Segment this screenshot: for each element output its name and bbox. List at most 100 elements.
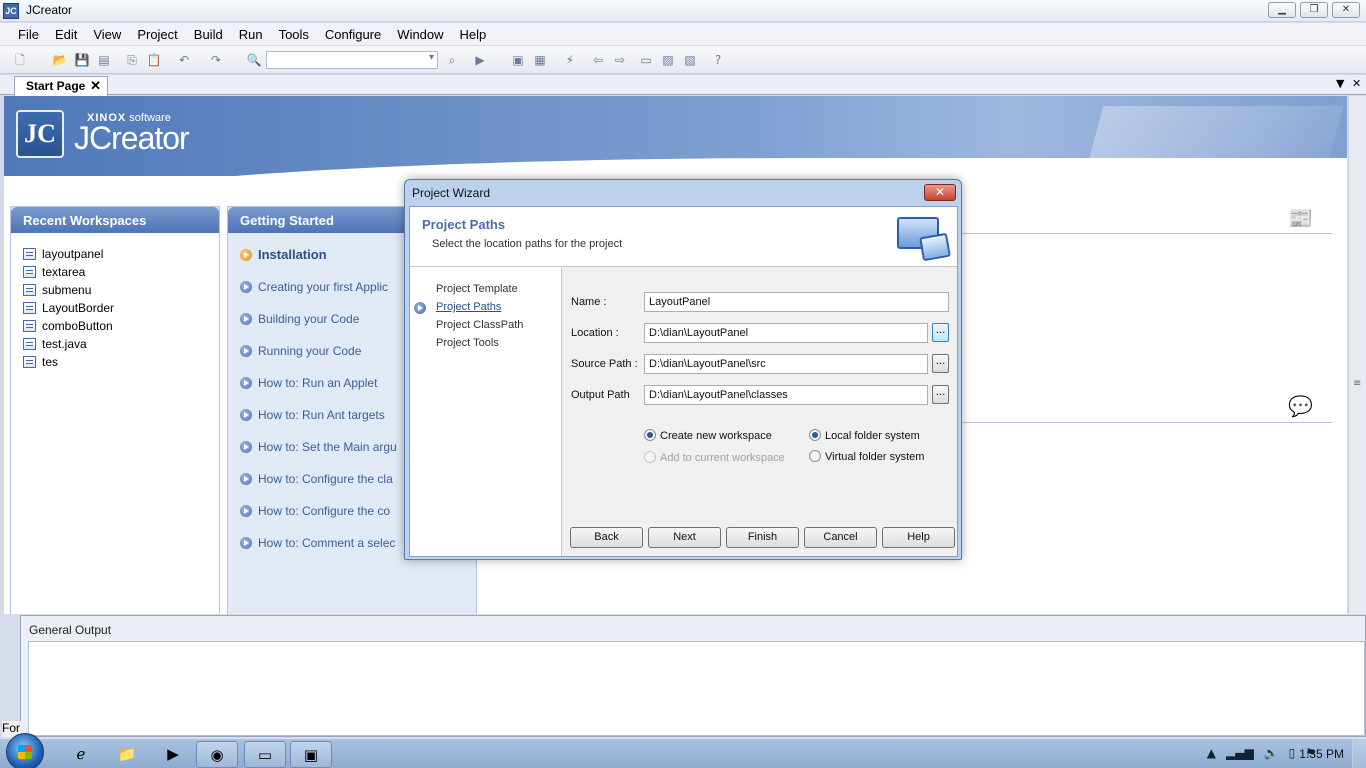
next-button[interactable]: Next xyxy=(648,527,721,548)
arrow-bullet-icon xyxy=(240,249,252,261)
vertical-scrollbar[interactable]: ≡ xyxy=(1348,96,1366,614)
settings-icon[interactable]: ▧ xyxy=(682,52,698,68)
list-item[interactable]: How to: Configure the cla xyxy=(240,472,393,486)
list-item[interactable]: How to: Run an Applet xyxy=(240,376,377,390)
list-item[interactable]: test.java xyxy=(23,337,87,351)
step-project-paths[interactable]: Project Paths xyxy=(436,301,501,313)
dialog-close-icon[interactable]: ✕ xyxy=(924,184,956,201)
output-path-field[interactable]: D:\dian\LayoutPanel\classes xyxy=(644,385,928,405)
list-item[interactable]: tes xyxy=(23,355,58,369)
finish-button[interactable]: Finish xyxy=(726,527,799,548)
run-icon[interactable]: ▶ xyxy=(472,52,488,68)
chevron-down-icon[interactable]: ▼ xyxy=(1336,77,1344,90)
close-tab-icon[interactable]: ✕ xyxy=(90,78,101,94)
list-item[interactable]: How to: Comment a selec xyxy=(240,536,395,550)
step-project-classpath[interactable]: Project ClassPath xyxy=(436,319,523,331)
window-icon[interactable]: ▭ xyxy=(638,52,654,68)
redo-icon[interactable]: ↷ xyxy=(208,52,224,68)
compile-icon[interactable]: ▦ xyxy=(532,52,548,68)
workspace-icon xyxy=(23,248,36,260)
jcreator-logo-icon: JC xyxy=(16,110,64,158)
virtual-folder-system-radio[interactable]: Virtual folder system xyxy=(809,450,924,463)
properties-icon[interactable]: ▨ xyxy=(660,52,676,68)
internet-explorer-icon[interactable]: ℯ xyxy=(60,741,102,768)
jcreator-app-icon[interactable]: JC xyxy=(3,3,19,19)
menu-help[interactable]: Help xyxy=(452,27,495,42)
list-item[interactable]: How to: Run Ant targets xyxy=(240,408,385,422)
save-icon[interactable]: 💾 xyxy=(74,52,90,68)
copy-icon[interactable]: ⎘ xyxy=(124,52,140,68)
list-item[interactable]: Running your Code xyxy=(240,344,361,358)
list-item[interactable]: textarea xyxy=(23,265,85,279)
undo-icon[interactable]: ↶ xyxy=(176,52,192,68)
list-item[interactable]: Building your Code xyxy=(240,312,359,326)
name-field[interactable]: LayoutPanel xyxy=(644,292,949,312)
show-hidden-icons-icon[interactable]: ▲ xyxy=(1207,746,1216,760)
wizard-step-subtitle: Select the location paths for the projec… xyxy=(432,238,623,250)
media-player-icon[interactable]: ▶ xyxy=(152,741,194,768)
create-new-workspace-radio[interactable]: Create new workspace xyxy=(644,429,772,442)
desktop-window-icon[interactable]: ▭ xyxy=(244,741,286,768)
step-project-template[interactable]: Project Template xyxy=(436,283,518,295)
menu-run[interactable]: Run xyxy=(231,27,271,42)
back-icon[interactable]: ⇦ xyxy=(590,52,606,68)
volume-icon[interactable]: 🔈 xyxy=(1264,746,1279,760)
build-icon[interactable]: ▣ xyxy=(510,52,526,68)
wizard-header: Project Paths Select the location paths … xyxy=(410,207,957,267)
list-item[interactable]: submenu xyxy=(23,283,91,297)
search-combo[interactable] xyxy=(266,51,438,69)
minimize-icon[interactable]: ▁ xyxy=(1268,2,1296,18)
menu-configure[interactable]: Configure xyxy=(317,27,389,42)
list-item[interactable]: Installation xyxy=(240,247,327,262)
network-signal-icon[interactable]: ▂▄▆ xyxy=(1226,746,1254,760)
file-explorer-icon[interactable]: 📁 xyxy=(106,741,148,768)
restore-icon[interactable]: ❐ xyxy=(1300,2,1328,18)
menu-file[interactable]: File xyxy=(10,27,47,42)
chrome-icon[interactable]: ◉ xyxy=(196,741,238,768)
find-icon[interactable]: 🔍 xyxy=(246,52,262,68)
source-path-field[interactable]: D:\dian\LayoutPanel\src xyxy=(644,354,928,374)
debug-icon[interactable]: ⚡ xyxy=(562,52,578,68)
power-icon[interactable]: ▯ xyxy=(1289,746,1296,760)
output-path-browse-button[interactable]: ... xyxy=(932,385,949,404)
help-button[interactable]: Help xyxy=(882,527,955,548)
clock[interactable]: 1:35 PM xyxy=(1299,747,1344,761)
new-file-icon[interactable]: 🗋 xyxy=(12,52,28,68)
paste-icon[interactable]: 📋 xyxy=(146,52,162,68)
list-item[interactable]: How to: Configure the co xyxy=(240,504,390,518)
menu-build[interactable]: Build xyxy=(186,27,231,42)
menu-view[interactable]: View xyxy=(85,27,129,42)
jcreator-taskbar-icon[interactable]: ▣ xyxy=(290,741,332,768)
save-all-icon[interactable]: ▤ xyxy=(96,52,112,68)
step-project-tools[interactable]: Project Tools xyxy=(436,337,499,349)
menu-edit[interactable]: Edit xyxy=(47,27,85,42)
output-text-area[interactable] xyxy=(28,641,1365,736)
menu-tools[interactable]: Tools xyxy=(271,27,317,42)
location-field[interactable]: D:\dian\LayoutPanel xyxy=(644,323,928,343)
recent-workspaces-title: Recent Workspaces xyxy=(11,207,219,233)
list-item[interactable]: LayoutBorder xyxy=(23,301,114,315)
source-path-browse-button[interactable]: ... xyxy=(932,354,949,373)
list-item[interactable]: How to: Set the Main argu xyxy=(240,440,397,454)
add-to-current-workspace-radio: Add to current workspace xyxy=(644,451,785,464)
menu-window[interactable]: Window xyxy=(389,27,451,42)
menu-project[interactable]: Project xyxy=(129,27,185,42)
name-label: Name : xyxy=(571,296,607,308)
list-item[interactable]: layoutpanel xyxy=(23,247,103,261)
close-icon[interactable]: ✕ xyxy=(1332,2,1360,18)
list-item[interactable]: comboButton xyxy=(23,319,113,333)
back-button[interactable]: Back xyxy=(570,527,643,548)
show-desktop-button[interactable] xyxy=(1352,739,1366,768)
cancel-button[interactable]: Cancel xyxy=(804,527,877,548)
close-icon[interactable]: ✕ xyxy=(1352,77,1361,90)
workspace-icon xyxy=(23,302,36,314)
open-folder-icon[interactable]: 📂 xyxy=(52,52,68,68)
list-item[interactable]: Creating your first Applic xyxy=(240,280,388,294)
location-browse-button[interactable]: ... xyxy=(932,323,949,342)
help-icon[interactable]: ? xyxy=(710,52,726,68)
start-button[interactable] xyxy=(6,733,44,768)
forward-icon[interactable]: ⇨ xyxy=(612,52,628,68)
find-in-files-icon[interactable]: ⌕ xyxy=(444,52,460,68)
tab-start-page[interactable]: Start Page ✕ xyxy=(14,76,108,96)
local-folder-system-radio[interactable]: Local folder system xyxy=(809,429,920,442)
